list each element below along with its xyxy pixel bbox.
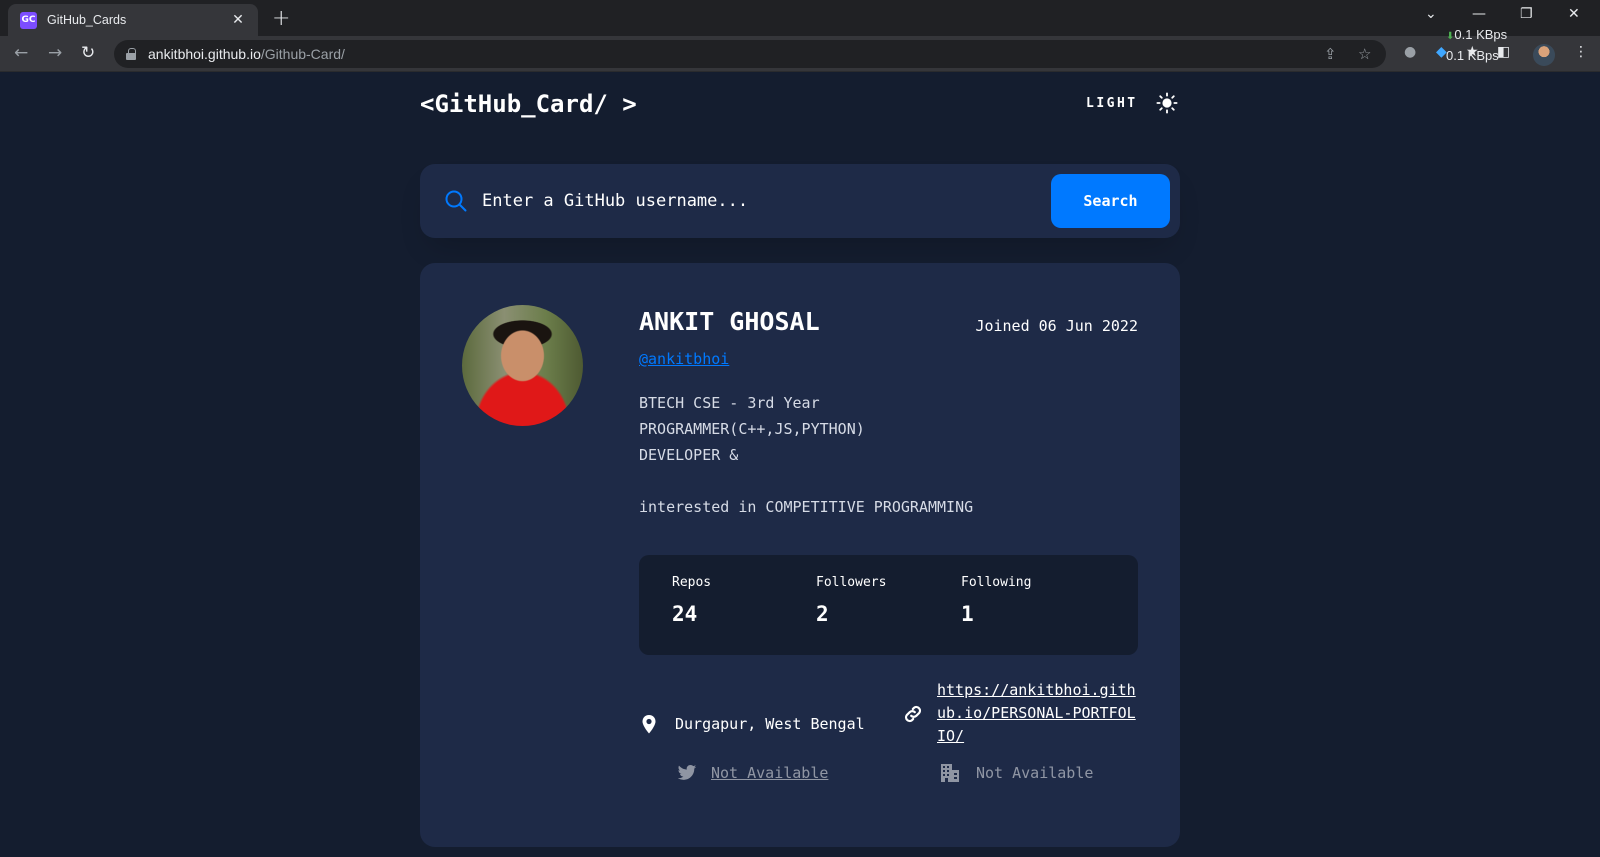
minimize-button[interactable]: — <box>1472 6 1486 22</box>
browser-menu-icon[interactable]: ⋮ <box>1574 44 1588 60</box>
tab-search-icon[interactable]: ⌄ <box>1425 6 1437 22</box>
stat-repos: Repos 24 <box>672 575 711 626</box>
app-logo: <GitHub_Card/ > <box>420 90 637 118</box>
bio-line: PROGRAMMER(C++,JS,PYTHON) <box>639 420 865 438</box>
net-speed-bottom: 0.1 KBps <box>1446 48 1499 63</box>
link-chain-icon <box>904 705 922 722</box>
browser-tab[interactable]: GC GitHub_Cards ✕ <box>8 4 258 36</box>
sun-icon <box>1156 92 1178 114</box>
browser-toolbar: ← → ↻ ankitbhoi.github.io /Github-Card/ … <box>0 36 1600 72</box>
bio-line: interested in COMPETITIVE PROGRAMMING <box>639 498 974 516</box>
stat-followers-label: Followers <box>816 575 887 590</box>
stat-following-label: Following <box>961 575 1032 590</box>
website-item[interactable]: https://ankitbhoi.github.io/PERSONAL-POR… <box>902 679 1137 748</box>
bio-line <box>639 468 1129 494</box>
search-button[interactable]: Search <box>1051 174 1170 228</box>
profile-bio: BTECH CSE - 3rd Year PROGRAMMER(C++,JS,P… <box>639 390 1129 520</box>
location-text: Durgapur, West Bengal <box>675 715 865 733</box>
company-building-icon <box>941 764 959 782</box>
location-item: Durgapur, West Bengal <box>639 714 865 734</box>
stat-repos-label: Repos <box>672 575 712 590</box>
profile-login-link[interactable]: @ankitbhoi <box>639 350 729 368</box>
restore-button[interactable]: ❐ <box>1520 6 1533 22</box>
back-icon[interactable]: ← <box>14 43 28 63</box>
tab-close-icon[interactable]: ✕ <box>230 12 246 28</box>
bio-line: DEVELOPER & <box>639 446 739 464</box>
profile-name: ANKIT GHOSAL <box>639 307 820 336</box>
close-window-button[interactable]: ✕ <box>1568 6 1580 22</box>
bio-line: BTECH CSE - 3rd Year <box>639 394 820 412</box>
net-speed-top: 0.1 KBps <box>1454 27 1508 42</box>
lock-icon <box>126 48 136 60</box>
stat-followers-value: 2 <box>816 602 829 626</box>
company-item: Not Available <box>940 763 1093 783</box>
search-icon <box>445 190 467 212</box>
url-path: /Github-Card/ <box>260 46 345 62</box>
theme-toggle[interactable]: LIGHT <box>1086 92 1178 114</box>
twitter-item: Not Available <box>677 763 828 783</box>
browser-tab-strip: GC GitHub_Cards ✕ + ⌄ — ❐ ✕ <box>0 0 1600 36</box>
address-bar[interactable]: ankitbhoi.github.io /Github-Card/ ⇪ ☆ <box>114 40 1386 68</box>
stat-following-value: 1 <box>961 602 974 626</box>
search-bar: Search <box>420 164 1180 238</box>
stat-following: Following 1 <box>961 575 1031 626</box>
share-icon[interactable]: ⇪ <box>1324 45 1337 63</box>
browser-profile-avatar[interactable] <box>1533 44 1555 66</box>
profile-card: ANKIT GHOSAL Joined 06 Jun 2022 @ankitbh… <box>420 263 1180 847</box>
stat-followers: Followers 2 <box>816 575 886 626</box>
website-link[interactable]: https://ankitbhoi.github.io/PERSONAL-POR… <box>937 679 1137 748</box>
theme-toggle-label: LIGHT <box>1086 95 1138 111</box>
bookmark-star-icon[interactable]: ☆ <box>1358 45 1371 63</box>
reload-icon[interactable]: ↻ <box>81 43 95 63</box>
joined-date: Joined 06 Jun 2022 <box>975 317 1138 335</box>
company-text: Not Available <box>976 764 1094 782</box>
twitter-icon <box>677 765 697 780</box>
tab-favicon-icon: GC <box>20 11 37 29</box>
forward-icon[interactable]: → <box>48 43 62 63</box>
stat-repos-value: 24 <box>672 602 698 626</box>
extension-icon[interactable]: ● <box>1404 44 1416 60</box>
avatar <box>462 305 583 426</box>
username-search-input[interactable] <box>482 182 1042 220</box>
twitter-text: Not Available <box>711 764 829 782</box>
new-tab-button[interactable]: + <box>272 6 290 31</box>
tab-title: GitHub_Cards <box>47 13 127 27</box>
stats-panel: Repos 24 Followers 2 Following 1 <box>639 555 1138 655</box>
net-speed-widget: ⬇0.1 KBps 0.1 KBps <box>1446 28 1507 63</box>
location-pin-icon <box>642 715 656 734</box>
url-host: ankitbhoi.github.io <box>148 46 261 62</box>
